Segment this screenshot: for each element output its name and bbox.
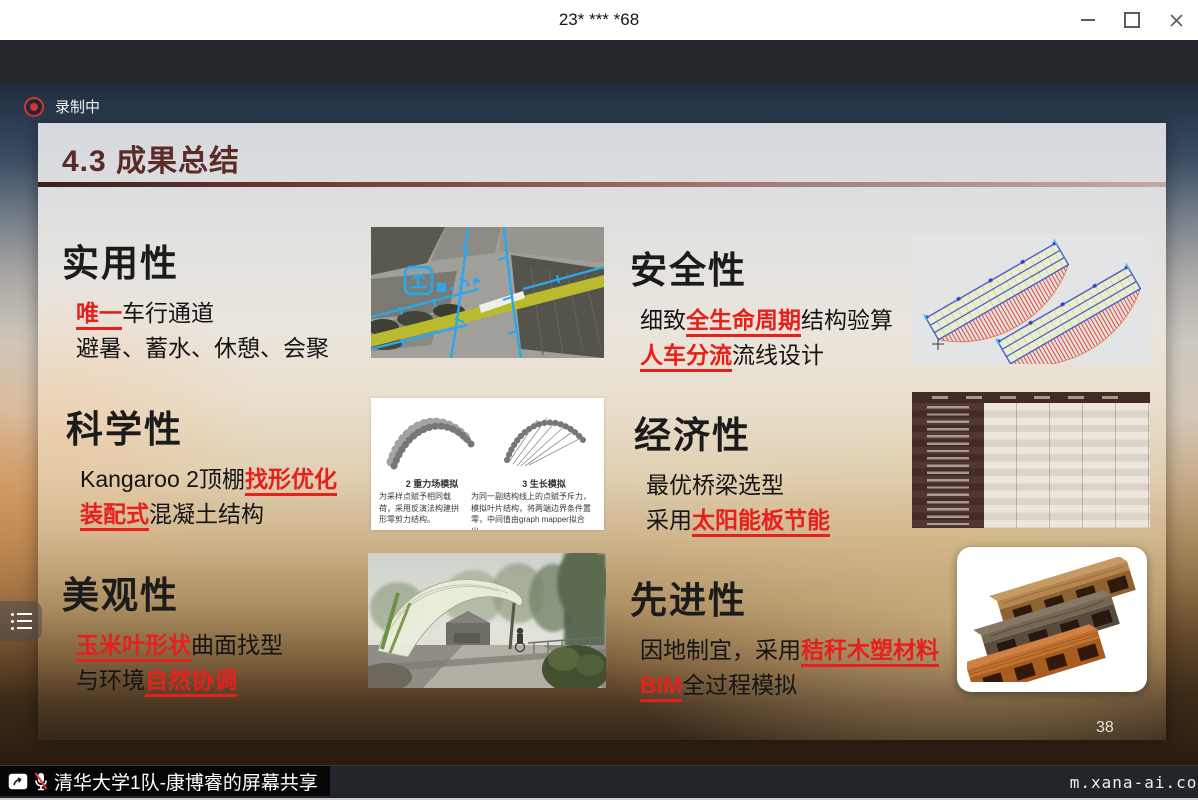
section-line: 与环境自然协调 [76, 663, 283, 698]
watermark-text: m.xana-ai.com [1070, 773, 1198, 792]
bridge-analysis-image [912, 234, 1150, 364]
body-text: 避暑、蓄水、休憩、会聚 [76, 335, 329, 361]
highlight-text: 自然协调 [145, 667, 237, 697]
section-line: Kangaroo 2顶棚找形优化 [80, 462, 337, 497]
shared-screen-area: 录制中 4.3 成果总结 实用性 唯一车行通道 避暑、蓄水、休憩、会聚 科学性 … [0, 85, 1198, 765]
minimize-icon [1081, 19, 1095, 21]
structural-analysis-figure [912, 234, 1150, 364]
table-first-column [912, 403, 984, 528]
section-heading: 科学性 [66, 399, 337, 453]
section-line: 因地制宜，采用秸秆木塑材料 [640, 633, 939, 668]
pavilion-render-figure [368, 553, 606, 688]
close-button[interactable] [1154, 0, 1198, 40]
diagram-caption-right: 3 生长模拟 [497, 477, 591, 490]
highlight-text: 玉米叶形状 [76, 632, 191, 662]
recording-dot-icon [24, 97, 44, 117]
highlight-text: 唯一 [76, 300, 122, 330]
section-practicality: 实用性 唯一车行通道 避暑、蓄水、休憩、会聚 [62, 233, 329, 366]
body-text: 细致 [640, 307, 686, 333]
body-text: 车行通道 [122, 300, 214, 326]
section-line: 装配式混凝土结构 [80, 497, 337, 532]
maximize-button[interactable] [1110, 0, 1154, 40]
highlight-text: 太阳能板节能 [692, 507, 830, 537]
body-text: 采用 [646, 507, 692, 533]
close-icon [1170, 14, 1183, 27]
share-source-text: 清华大学1队-康博睿的屏幕共享 [54, 768, 318, 795]
aerial-site-map-figure [371, 227, 604, 358]
recording-label: 录制中 [55, 96, 100, 117]
section-heading: 实用性 [62, 233, 329, 287]
window-title: 23* *** *68 [0, 0, 1198, 40]
section-heading: 先进性 [630, 570, 939, 624]
body-text: 最优桥梁选型 [646, 472, 784, 498]
diagram-desc-left: 为采样点赋予相同载荷，采用反演法构建拱形零剪力结构。 [379, 491, 465, 526]
app-window: 23* *** *68 录制中 4.3 成果总结 [0, 0, 1198, 800]
body-text: 曲面找型 [191, 632, 283, 658]
body-text: 混凝土结构 [149, 501, 264, 527]
section-science: 科学性 Kangaroo 2顶棚找形优化 装配式混凝土结构 [66, 399, 337, 532]
highlight-text: 装配式 [80, 501, 149, 531]
highlight-text: BIM [640, 672, 682, 702]
section-heading: 美观性 [62, 565, 283, 619]
section-safety: 安全性 细致全生命周期结构验算 人车分流流线设计 [630, 240, 893, 373]
section-advancement: 先进性 因地制宜，采用秸秆木塑材料 BIM全过程模拟 [630, 570, 939, 703]
minimize-button[interactable] [1066, 0, 1110, 40]
highlight-text: 找形优化 [245, 466, 337, 496]
screen-share-label: 清华大学1队-康博睿的屏幕共享 [0, 766, 330, 796]
body-text: 流线设计 [732, 342, 824, 368]
recording-indicator: 录制中 [24, 96, 100, 117]
body-text: 与环境 [76, 667, 145, 693]
highlight-text: 全生命周期 [686, 307, 801, 337]
section-line: 避暑、蓄水、休憩、会聚 [76, 331, 329, 366]
table-body-rows [984, 403, 1150, 528]
slide-page-number: 38 [1096, 719, 1114, 737]
mic-muted-icon [33, 771, 49, 791]
section-line: BIM全过程模拟 [640, 668, 939, 703]
list-toggle-icon [11, 613, 32, 630]
section-line: 最优桥梁选型 [646, 468, 830, 503]
presentation-slide: 4.3 成果总结 实用性 唯一车行通道 避暑、蓄水、休憩、会聚 科学性 Kang… [38, 123, 1166, 740]
section-line: 人车分流流线设计 [640, 338, 893, 373]
maximize-icon [1124, 12, 1140, 28]
body-text: Kangaroo 2顶棚 [80, 466, 245, 492]
table-header-row [912, 392, 1150, 403]
planks-image [967, 557, 1137, 682]
aerial-map-image [371, 227, 604, 358]
diagram-caption-left: 2 重力场模拟 [385, 477, 479, 490]
highlight-text: 秸秆木塑材料 [801, 637, 939, 667]
section-line: 细致全生命周期结构验算 [640, 303, 893, 338]
diagram-desc-right: 为同一副结构线上的点赋予斥力，模拟叶片结构，将两端边界条件置零，中间值由grap… [471, 491, 598, 530]
cost-estimate-table-figure [912, 392, 1150, 528]
highlight-text: 人车分流 [640, 342, 732, 372]
section-heading: 经济性 [634, 405, 830, 459]
meeting-toolbar [0, 40, 1198, 85]
window-titlebar: 23* *** *68 [0, 0, 1198, 41]
section-line: 采用太阳能板节能 [646, 503, 830, 538]
wood-plastic-planks-card [957, 547, 1147, 692]
form-finding-diagram-figure: 2 重力场模拟 3 生长模拟 为采样点赋予相同载荷，采用反演法构建拱形零剪力结构… [371, 398, 604, 530]
section-aesthetics: 美观性 玉米叶形状曲面找型 与环境自然协调 [62, 565, 283, 698]
section-heading: 安全性 [630, 240, 893, 294]
bottom-status-bar: 清华大学1队-康博睿的屏幕共享 m.xana-ai.com [0, 765, 1198, 800]
body-text: 因地制宜，采用 [640, 637, 801, 663]
screen-share-icon [8, 773, 28, 790]
body-text: 全过程模拟 [682, 672, 797, 698]
pavilion-render-image [368, 553, 606, 688]
title-divider [38, 182, 1166, 187]
body-text: 结构验算 [801, 307, 893, 333]
section-economy: 经济性 最优桥梁选型 采用太阳能板节能 [634, 405, 830, 538]
slide-title: 4.3 成果总结 [62, 136, 240, 180]
section-line: 唯一车行通道 [76, 296, 329, 331]
window-controls [1066, 0, 1198, 40]
section-line: 玉米叶形状曲面找型 [76, 628, 283, 663]
sidebar-toggle-button[interactable] [0, 601, 42, 641]
arch-sketches-image [371, 398, 604, 476]
